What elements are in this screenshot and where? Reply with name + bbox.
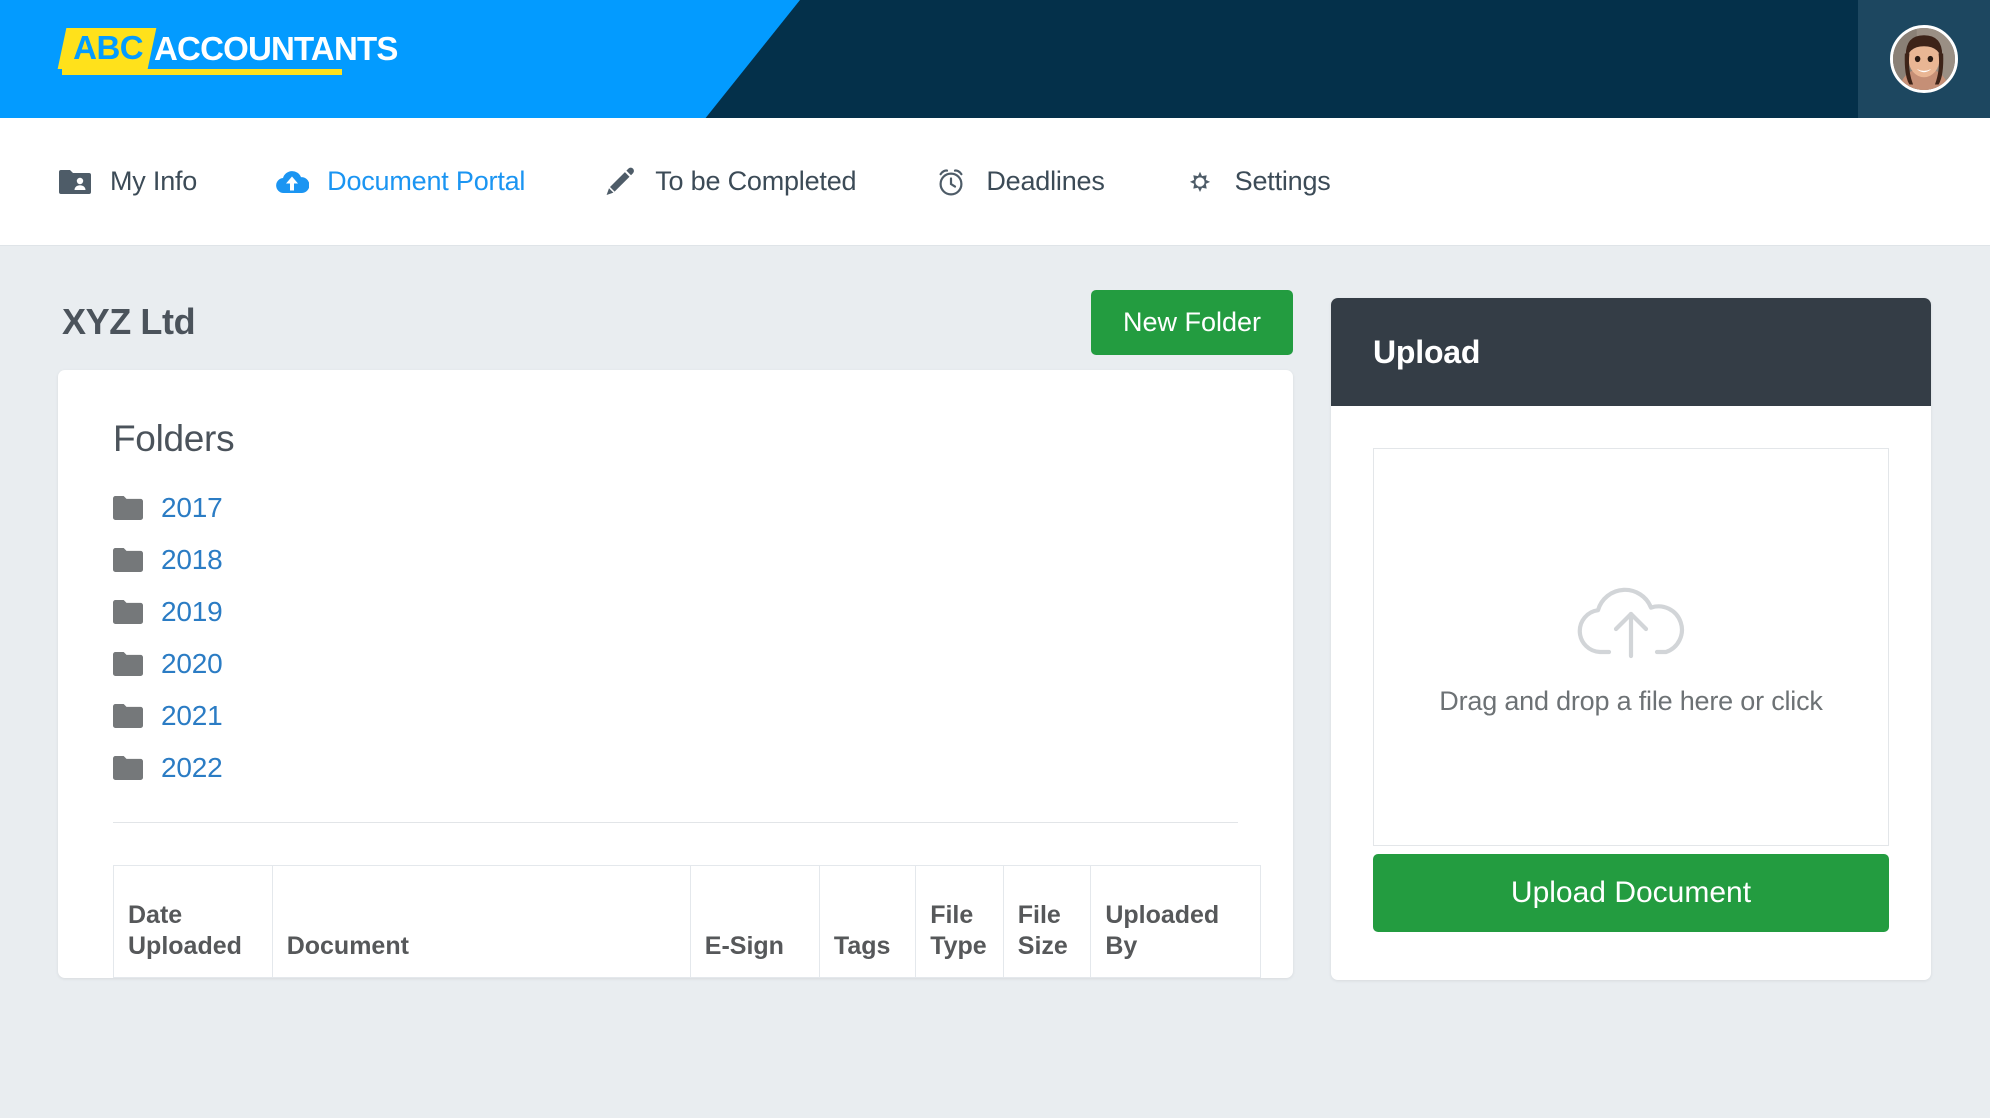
file-dropzone[interactable]: Drag and drop a file here or click — [1373, 448, 1889, 846]
pencil-icon — [603, 165, 637, 199]
folder-icon — [113, 703, 143, 729]
upload-panel-title: Upload — [1373, 333, 1481, 370]
nav-item-deadlines[interactable]: Deadlines — [934, 165, 1105, 199]
column-header-document[interactable]: Document — [271, 865, 691, 978]
folder-name: 2022 — [161, 752, 223, 783]
folder-name: 2021 — [161, 700, 223, 731]
column-header-tags[interactable]: Tags — [818, 865, 917, 978]
upload-panel-header: Upload — [1331, 298, 1931, 406]
column-header-date-uploaded[interactable]: Date Uploaded — [113, 865, 273, 978]
folders-heading: Folders — [113, 418, 235, 459]
folder-name: 2017 — [161, 492, 223, 523]
app-header: ABC ACCOUNTANTS — [0, 0, 1990, 118]
nav-label-settings: Settings — [1234, 166, 1331, 196]
upload-document-button[interactable]: Upload Document — [1373, 854, 1889, 932]
table-header-row: Date Uploaded Document E-Sign Tags File … — [113, 865, 1261, 978]
column-header-file-type[interactable]: File Type — [915, 865, 1004, 978]
upload-panel-body: Drag and drop a file here or click Uploa… — [1331, 406, 1931, 980]
folder-item[interactable]: 2017 — [113, 482, 1238, 534]
nav-label-deadlines: Deadlines — [986, 166, 1105, 196]
nav-item-to-be-completed[interactable]: To be Completed — [603, 165, 857, 199]
alarm-clock-icon — [934, 165, 968, 199]
page-body: XYZ Ltd New Folder Folders 2017 2018 201… — [0, 246, 1990, 1118]
nav-label-to-be-completed: To be Completed — [655, 166, 857, 196]
gear-icon — [1183, 165, 1217, 199]
column-header-file-size[interactable]: File Size — [1002, 865, 1092, 978]
cloud-upload-outline-icon — [1573, 578, 1689, 664]
folder-icon — [113, 651, 143, 677]
folder-item[interactable]: 2018 — [113, 534, 1238, 586]
column-header-e-sign[interactable]: E-Sign — [689, 865, 820, 978]
folder-user-icon — [58, 165, 92, 199]
cloud-upload-icon — [275, 165, 310, 199]
upload-panel: Upload Drag and drop a file here or clic… — [1331, 298, 1931, 980]
column-header-uploaded-by[interactable]: Uploaded By — [1090, 865, 1261, 978]
avatar[interactable] — [1890, 25, 1958, 93]
folders-card: Folders 2017 2018 2019 2020 2021 2022 Da… — [58, 370, 1293, 978]
upload-column: Upload Drag and drop a file here or clic… — [1331, 286, 1931, 980]
nav-label-my-info: My Info — [110, 166, 198, 196]
logo-abc-text: ABC — [73, 29, 144, 66]
dropzone-label: Drag and drop a file here or click — [1439, 685, 1823, 716]
folder-name: 2020 — [161, 648, 223, 679]
nav-label-document-portal: Document Portal — [327, 166, 526, 196]
page-toolbar: XYZ Ltd New Folder — [58, 286, 1293, 358]
avatar-container[interactable] — [1858, 0, 1990, 118]
page-title: XYZ Ltd — [62, 301, 196, 342]
folder-item[interactable]: 2021 — [113, 690, 1238, 742]
logo-abc-badge: ABC — [57, 28, 157, 69]
folder-item[interactable]: 2022 — [113, 742, 1238, 794]
new-folder-button[interactable]: New Folder — [1090, 289, 1293, 355]
main-navigation: My Info Document Portal To be Completed — [0, 118, 1990, 246]
documents-table: Date Uploaded Document E-Sign Tags File … — [113, 865, 1261, 978]
nav-item-settings[interactable]: Settings — [1183, 165, 1331, 199]
section-divider — [113, 822, 1238, 823]
folder-icon — [113, 599, 143, 625]
logo-accountants-text: ACCOUNTANTS — [154, 30, 398, 67]
folder-name: 2019 — [161, 596, 223, 627]
folder-item[interactable]: 2019 — [113, 586, 1238, 638]
nav-item-my-info[interactable]: My Info — [58, 165, 197, 199]
nav-item-document-portal[interactable]: Document Portal — [275, 165, 525, 199]
folder-icon — [113, 755, 143, 781]
folder-name: 2018 — [161, 544, 223, 575]
logo-underline — [62, 69, 342, 75]
folder-icon — [113, 495, 143, 521]
folder-item[interactable]: 2020 — [113, 638, 1238, 690]
folder-icon — [113, 547, 143, 573]
documents-column: XYZ Ltd New Folder Folders 2017 2018 201… — [58, 286, 1293, 980]
